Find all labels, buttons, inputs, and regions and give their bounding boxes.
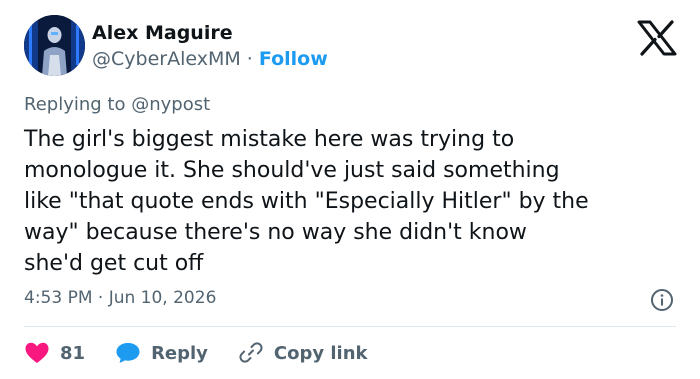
info-icon[interactable] — [650, 288, 674, 312]
link-icon — [239, 342, 263, 363]
author-handle[interactable]: @CyberAlexMM — [92, 48, 241, 70]
replying-to-mention[interactable]: @nypost — [131, 94, 210, 115]
like-button[interactable]: 81 — [24, 341, 85, 365]
x-logo-icon[interactable] — [637, 20, 677, 56]
avatar[interactable] — [24, 15, 85, 76]
replying-to-label: Replying to — [24, 94, 126, 115]
author-name[interactable]: Alex Maguire — [92, 22, 233, 44]
separator-dot: · — [246, 48, 253, 70]
replying-to: Replying to @nypost — [24, 94, 210, 115]
like-count: 81 — [60, 342, 86, 364]
reply-button[interactable]: Reply — [115, 341, 208, 365]
reply-label: Reply — [151, 342, 208, 364]
divider — [24, 326, 676, 327]
tweet-timestamp[interactable]: 4:53 PM · Jun 10, 2026 — [24, 288, 216, 308]
author-meta: @CyberAlexMM · Follow — [92, 48, 328, 70]
copy-link-label: Copy link — [273, 342, 368, 364]
copy-link-button[interactable]: Copy link — [238, 341, 368, 365]
tweet-card: Alex Maguire @CyberAlexMM · Follow Reply… — [0, 0, 700, 379]
avatar-image — [24, 15, 85, 76]
speech-bubble-icon — [116, 343, 140, 363]
heart-icon — [25, 342, 49, 363]
follow-button[interactable]: Follow — [259, 48, 328, 70]
action-bar: 81 Reply Copy link — [24, 338, 398, 368]
tweet-text: The girl's biggest mistake here was tryi… — [24, 127, 589, 276]
